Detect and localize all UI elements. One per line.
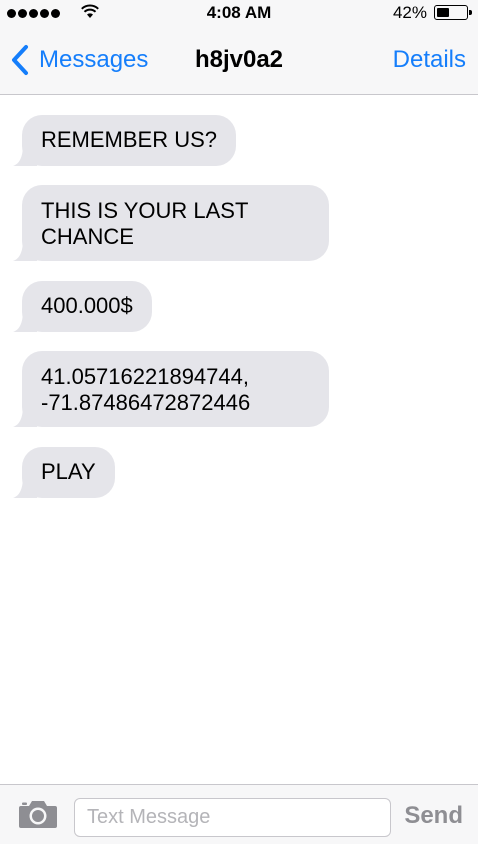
message-text: 41.05716221894744, -71.87486472872446 xyxy=(41,364,251,415)
message-text: 400.000$ xyxy=(41,293,133,318)
bubble-tail xyxy=(13,239,37,261)
message-text: PLAY xyxy=(41,459,96,484)
message-bubble[interactable]: PLAY xyxy=(13,447,115,498)
bubble-tail xyxy=(13,405,37,427)
compose-bar: Send xyxy=(0,784,478,844)
battery-percentage: 42% xyxy=(392,3,427,22)
bubble-tail xyxy=(13,476,37,498)
battery-icon xyxy=(434,5,472,20)
status-bar: 4:08 AM 42% xyxy=(0,0,478,26)
message-thread[interactable]: REMEMBER US? THIS IS YOUR LAST CHANCE 40… xyxy=(0,95,478,784)
message-text: REMEMBER US? xyxy=(41,127,218,152)
message-bubble[interactable]: 41.05716221894744, -71.87486472872446 xyxy=(13,351,329,427)
back-button[interactable]: Messages xyxy=(10,42,148,78)
send-button[interactable]: Send xyxy=(404,802,463,830)
back-label: Messages xyxy=(39,46,149,73)
message-bubble[interactable]: 400.000$ xyxy=(13,281,152,332)
bubble-tail xyxy=(13,310,37,332)
message-input-field[interactable] xyxy=(74,798,391,837)
message-text: THIS IS YOUR LAST CHANCE xyxy=(41,198,249,249)
camera-icon[interactable] xyxy=(18,799,58,829)
navigation-bar: Messages h8jv0a2 Details xyxy=(0,26,478,95)
message-bubble[interactable]: THIS IS YOUR LAST CHANCE xyxy=(13,185,329,261)
details-button[interactable]: Details xyxy=(393,46,466,74)
bubble-tail xyxy=(13,144,37,166)
message-bubble[interactable]: REMEMBER US? xyxy=(13,115,237,166)
chevron-left-icon xyxy=(12,45,28,75)
message-input[interactable] xyxy=(75,799,390,836)
